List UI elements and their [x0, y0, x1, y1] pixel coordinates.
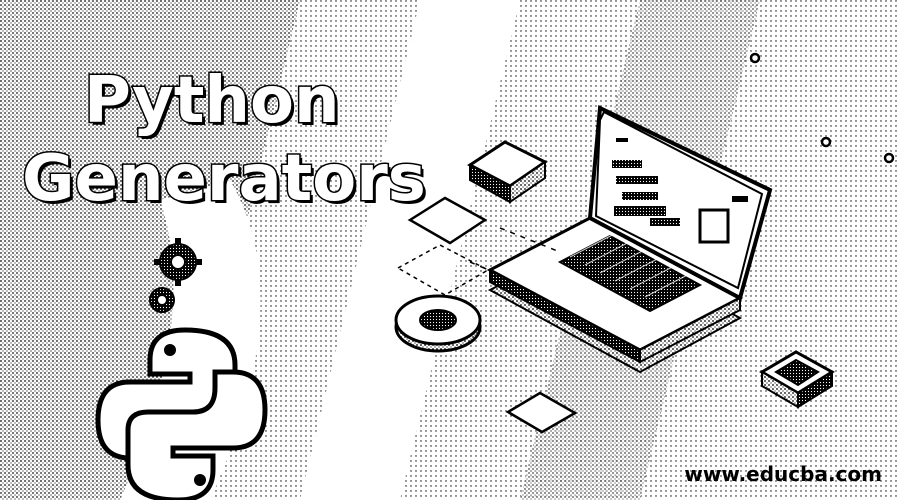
title-line-2: Generators	[21, 141, 428, 218]
ring-icon	[394, 294, 482, 353]
gear-icon	[149, 287, 175, 313]
website-url: www.educba.com	[684, 462, 882, 486]
page-title: Python Generators	[21, 62, 462, 218]
title-line-1: Python	[83, 63, 342, 140]
banner: Python Generators www.educba.com	[0, 0, 900, 500]
